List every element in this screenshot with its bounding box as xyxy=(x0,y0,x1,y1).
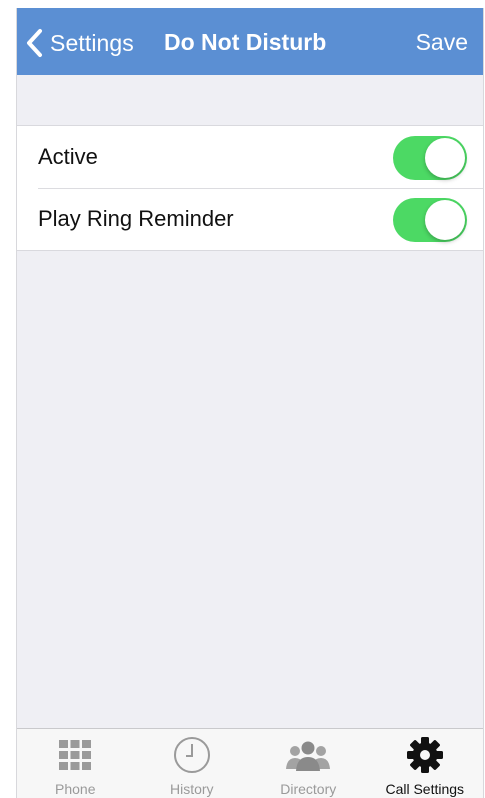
play-ring-reminder-toggle[interactable] xyxy=(393,198,467,242)
page-title: Do Not Disturb xyxy=(164,29,327,55)
clock-icon xyxy=(173,737,211,779)
tab-label-call-settings: Call Settings xyxy=(385,781,465,797)
back-button-label: Settings xyxy=(50,29,134,56)
people-icon xyxy=(284,739,332,778)
gear-icon xyxy=(406,737,444,779)
setting-label-play-ring-reminder: Play Ring Reminder xyxy=(38,206,234,231)
tab-label-history: History xyxy=(169,781,214,797)
chevron-left-icon xyxy=(25,28,43,58)
back-button[interactable]: Settings xyxy=(25,26,134,60)
setting-row-active: Active xyxy=(17,126,483,188)
toggle-knob xyxy=(425,138,465,178)
toggle-knob xyxy=(425,200,465,240)
setting-label-active: Active xyxy=(38,144,98,169)
settings-group: Active Play Ring Reminder xyxy=(17,125,483,251)
save-button[interactable]: Save xyxy=(416,29,468,56)
tab-history[interactable]: History xyxy=(134,729,251,798)
tab-label-phone: Phone xyxy=(55,781,96,797)
tab-directory[interactable]: Directory xyxy=(250,729,367,798)
keypad-icon xyxy=(58,739,92,776)
tab-phone[interactable]: Phone xyxy=(17,729,134,798)
tab-bar: Phone History Directory Call Settings xyxy=(17,728,483,798)
tab-label-directory: Directory xyxy=(280,781,337,797)
active-toggle[interactable] xyxy=(393,136,467,180)
app-screen: Settings Do Not Disturb Save Active Play… xyxy=(16,8,484,798)
setting-row-play-ring-reminder: Play Ring Reminder xyxy=(17,188,483,250)
tab-call-settings[interactable]: Call Settings xyxy=(367,729,484,798)
navigation-bar: Settings Do Not Disturb Save xyxy=(17,8,483,75)
